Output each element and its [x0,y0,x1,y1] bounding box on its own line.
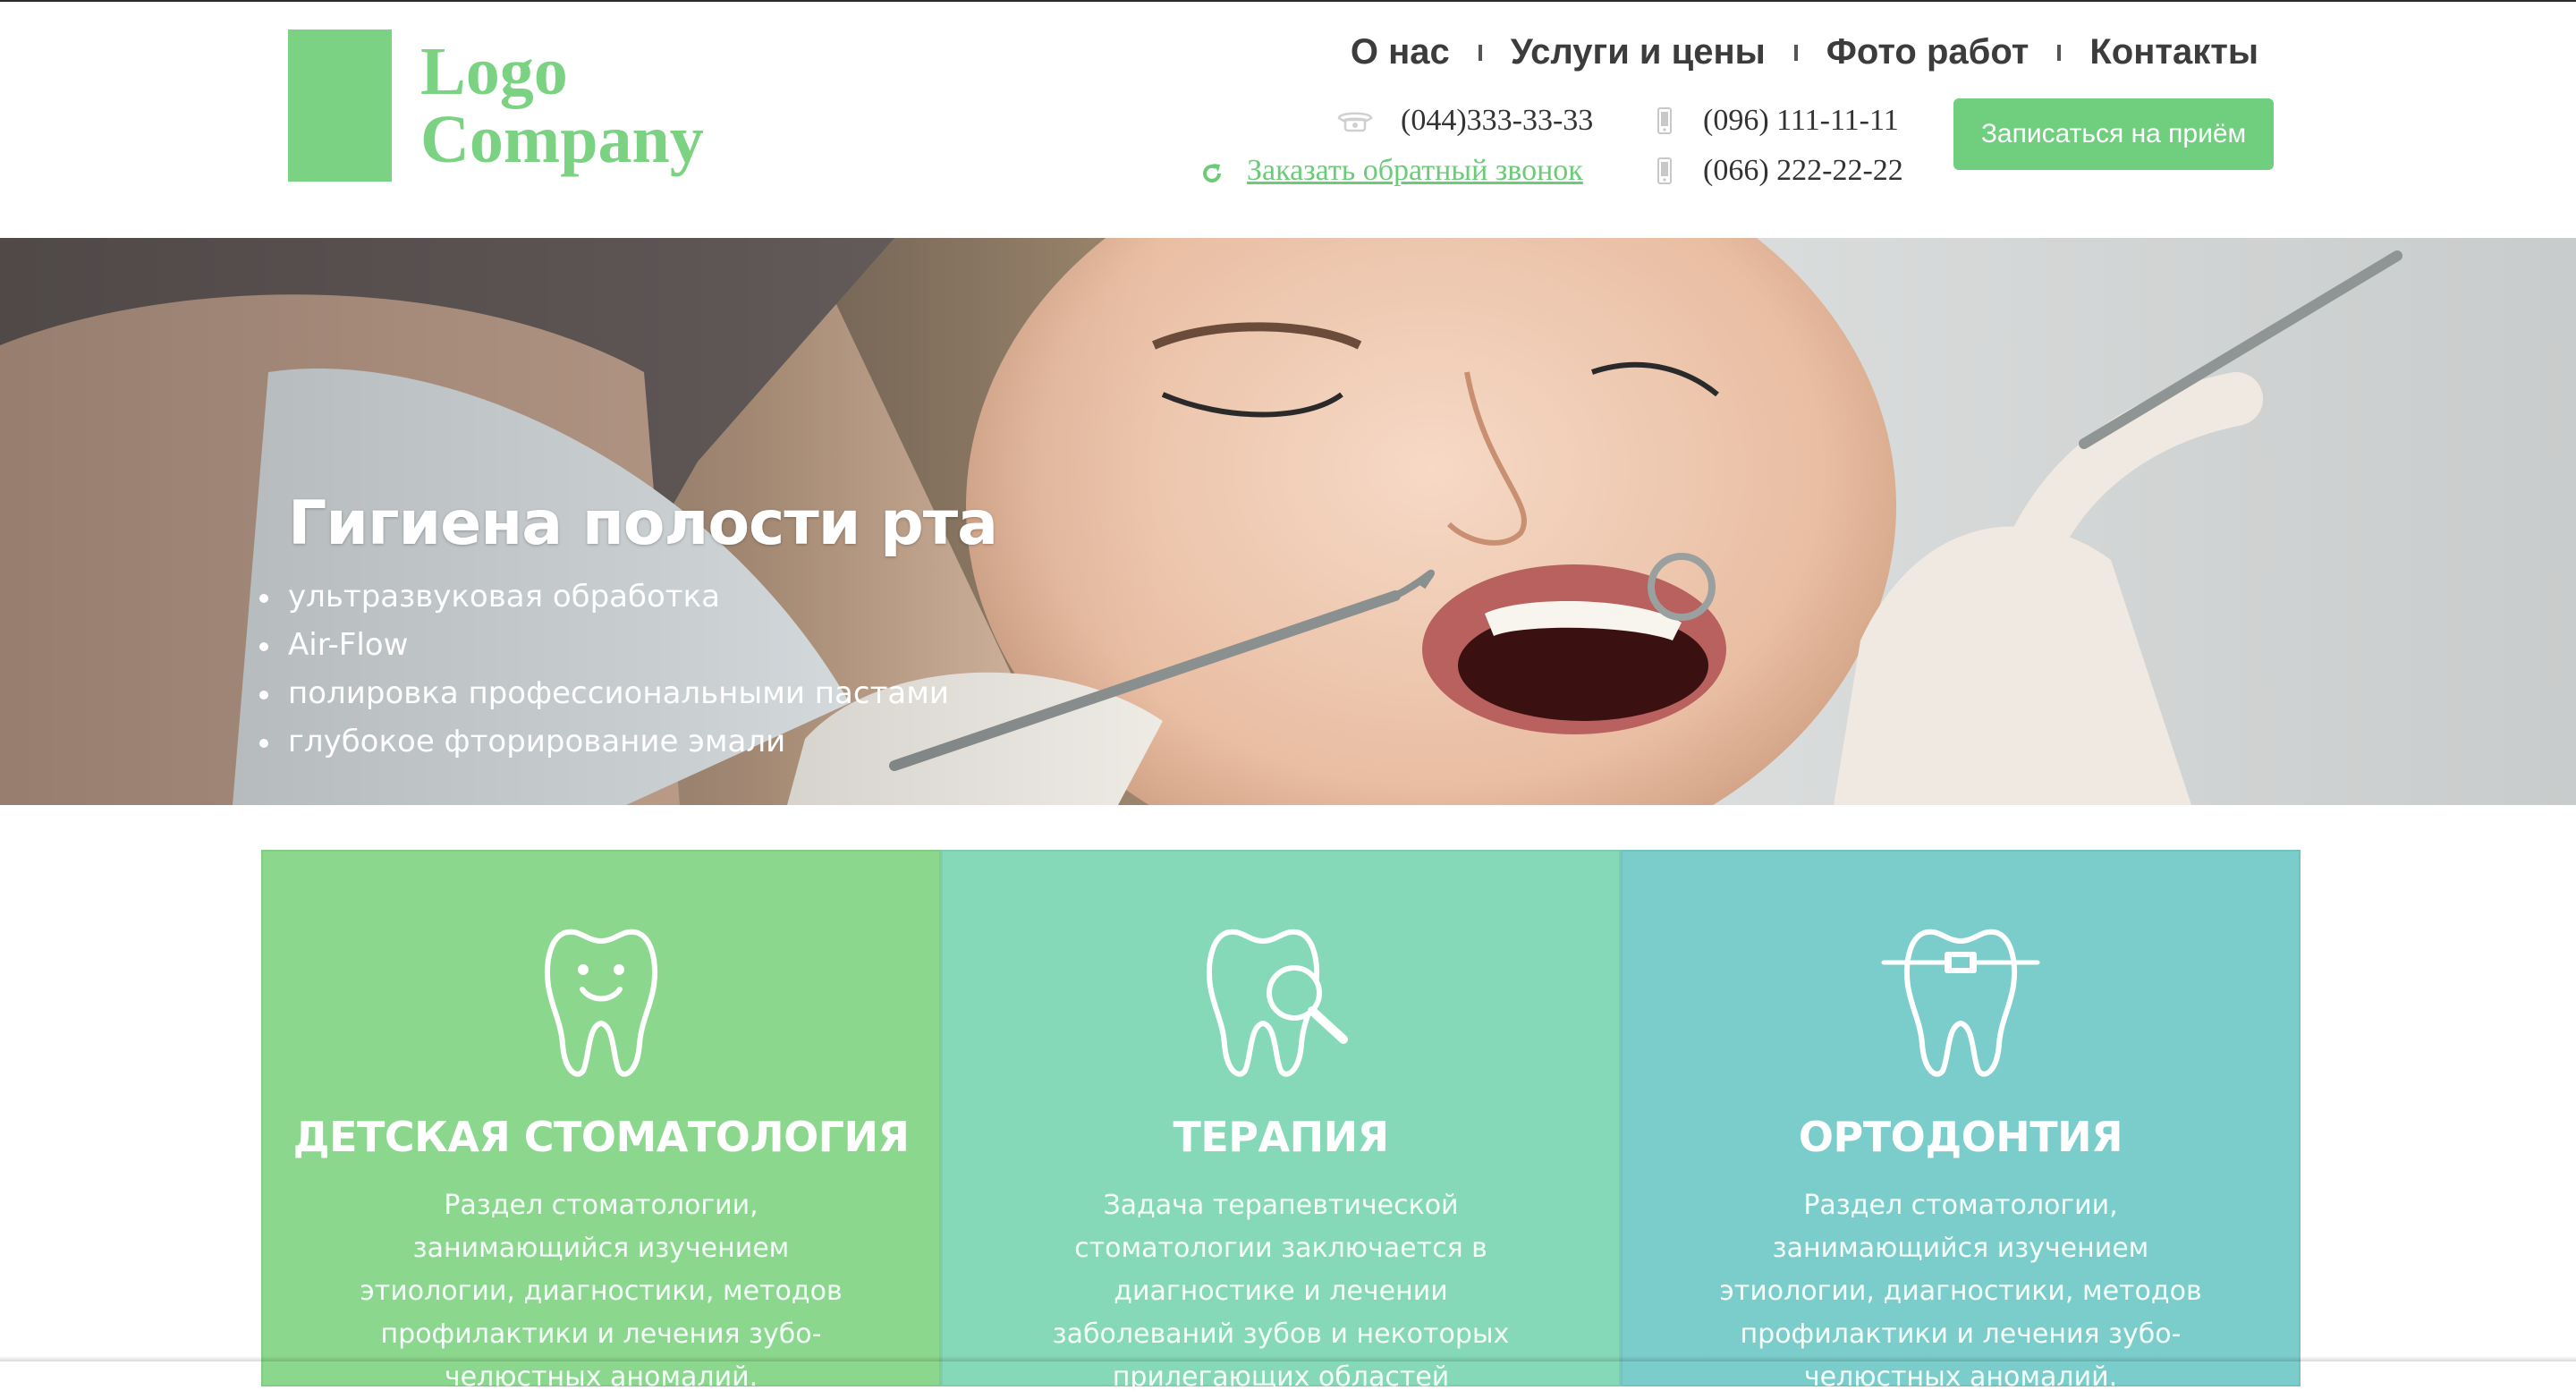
bottom-shadow [0,1356,2576,1361]
landline-number[interactable]: (044)333-33-33 [1401,104,1593,138]
smiling-tooth-icon [545,928,657,1077]
contact-block: (044)333-33-33 (096) 111-11-11 Заказать … [1203,104,1914,202]
tooth-magnifier-icon [1207,928,1348,1077]
card-title: ОРТОДОНТИЯ [1798,1113,2123,1161]
logo-line-2: Company [420,102,704,177]
list-item: глубокое фторирование эмали [259,717,949,766]
list-item: ультразвуковая обработка [259,572,949,621]
nav-item-contacts[interactable]: Контакты [2089,32,2258,72]
hero-banner: Гигиена полости рта ультразвуковая обраб… [0,238,2576,805]
site-header: Logo Company О нас Услуги и цены Фото ра… [0,2,2576,238]
card-title: ДЕТСКАЯ СТОМАТОЛОГИЯ [292,1113,910,1161]
hero-service-list: ультразвуковая обработка Air-Flow полиро… [259,572,949,766]
card-description: Задача терапевтической стоматологии закл… [1052,1190,1510,1393]
nav-item-gallery[interactable]: Фото работ [1826,32,2029,72]
nav-item-about[interactable]: О нас [1351,32,1450,72]
landline-row: (044)333-33-33 [1336,104,1593,138]
callback-link[interactable]: Заказать обратный звонок [1247,154,1583,188]
nav-separator [1793,44,1798,61]
logo-mark [288,30,392,182]
logo-text: Logo Company [420,38,704,174]
card-title: ТЕРАПИЯ [1173,1113,1389,1161]
logo-line-1: Logo [420,34,568,109]
tooth-braces-icon [1881,928,2040,1077]
card-description: Раздел стоматологии, занимающийся изучен… [360,1190,843,1393]
card-description: Раздел стоматологии, занимающийся изучен… [1719,1190,2202,1393]
callback-row: Заказать обратный звонок [1200,154,1583,188]
mobile-icon [1657,107,1673,134]
mobile-icon [1657,157,1673,184]
card-orthodontics[interactable]: ОРТОДОНТИЯ Раздел стоматологии, занимающ… [1621,850,2301,1393]
mobile-row-1: (096) 111-11-11 [1657,104,1899,138]
refresh-icon [1200,159,1224,182]
mobile-number-1[interactable]: (096) 111-11-11 [1703,104,1899,138]
nav-item-services[interactable]: Услуги и цены [1511,32,1766,72]
mobile-number-2[interactable]: (066) 222-22-22 [1703,154,1903,188]
phone-icon [1336,109,1374,132]
list-item: полировка профессиональными пастами [259,669,949,717]
mobile-row-2: (066) 222-22-22 [1657,154,1903,188]
nav-separator [1478,44,1482,61]
services-cards: ДЕТСКАЯ СТОМАТОЛОГИЯ Раздел стоматологии… [261,850,2301,1393]
card-pediatric[interactable]: ДЕТСКАЯ СТОМАТОЛОГИЯ Раздел стоматологии… [261,850,941,1393]
appointment-button[interactable]: Записаться на приём [1953,98,2274,170]
list-item: Air-Flow [259,621,949,669]
card-therapy[interactable]: ТЕРАПИЯ Задача терапевтической стоматоло… [941,850,1621,1393]
hero-title: Гигиена полости рта [288,488,998,559]
main-nav: О нас Услуги и цены Фото работ Контакты [1351,32,2258,72]
nav-separator [2057,44,2062,61]
